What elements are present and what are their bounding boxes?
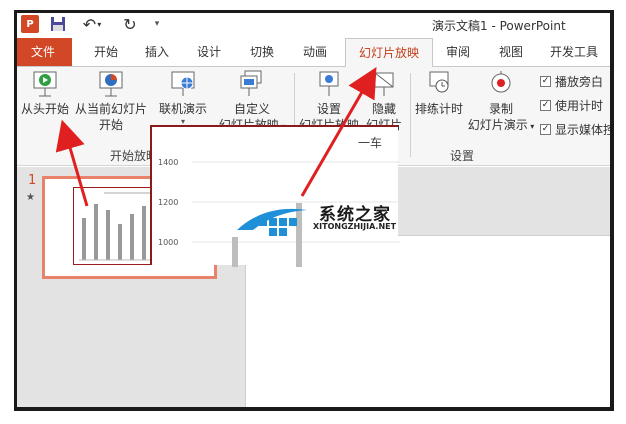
record-icon <box>491 71 511 93</box>
from-current-slide-button[interactable]: 从当前幻灯片 开始 <box>74 69 148 133</box>
play-from-start-icon <box>33 71 57 97</box>
show-media-label: 显示媒体控 <box>555 123 614 137</box>
checkbox-check-icon: ✓ <box>540 124 551 135</box>
from-current-label-2: 开始 <box>98 118 123 132</box>
logo-letter: P <box>26 18 34 30</box>
powerpoint-logo-icon: P <box>21 15 39 33</box>
hide-label-1: 隐藏 <box>371 102 396 116</box>
watermark-logo-icon <box>237 208 307 236</box>
undo-icon[interactable]: ↶ ▾ <box>80 15 104 34</box>
rehearse-timings-button[interactable]: 排练计时 <box>412 69 466 117</box>
slide-number: 1 <box>28 173 37 188</box>
from-current-label-1: 从当前幻灯片 <box>74 102 147 116</box>
title-bar: P ↶ ▾ ↻ ▾ 演示文稿1 - PowerPoint <box>14 10 614 38</box>
rehearse-timings-icon <box>429 71 449 93</box>
rehearse-label: 排练计时 <box>414 102 463 116</box>
setup-slide-show-icon <box>319 71 339 96</box>
use-timings-checkbox[interactable]: ✓ 使用计时 <box>540 97 603 114</box>
record-label-1: 录制 <box>488 102 513 116</box>
present-online-icon <box>171 71 195 96</box>
setup-slide-show-button[interactable]: 设置 幻灯片放映 <box>296 69 362 133</box>
y-tick-label: 1400 <box>158 158 178 167</box>
play-from-current-icon <box>99 71 123 97</box>
group-label-setup: 设置 <box>450 149 475 163</box>
setup-label-1: 设置 <box>316 102 341 116</box>
present-online-button[interactable]: 联机演示 ▾ <box>154 69 212 127</box>
ribbon-separator <box>410 73 411 157</box>
y-tick-label: 1000 <box>158 238 178 247</box>
tab-insert[interactable]: 插入 <box>137 38 177 66</box>
bar-chart: 一车 1400 1200 1000 <box>158 135 400 267</box>
custom-slide-show-icon <box>240 70 262 96</box>
play-narrations-label: 播放旁白 <box>555 75 604 89</box>
show-media-controls-checkbox[interactable]: ✓ 显示媒体控 <box>540 121 614 138</box>
checkbox-check-icon: ✓ <box>540 100 551 111</box>
custom-label-1: 自定义 <box>233 102 270 116</box>
tab-slide-show[interactable]: 幻灯片放映 <box>345 38 433 67</box>
save-icon[interactable] <box>50 15 66 33</box>
window-title: 演示文稿1 - PowerPoint <box>432 19 566 33</box>
tab-review[interactable]: 审阅 <box>438 38 478 66</box>
y-tick-label: 1200 <box>158 198 178 207</box>
present-online-label: 联机演示 <box>158 102 207 116</box>
slide-chart[interactable]: 一车 1400 1200 1000 <box>150 125 400 267</box>
tab-home[interactable]: 开始 <box>86 38 126 66</box>
from-beginning-label: 从头开始 <box>20 102 69 116</box>
record-slide-show-button[interactable]: 录制 幻灯片演示 ▾ <box>466 69 536 135</box>
tab-file[interactable]: 文件 <box>14 38 72 66</box>
from-beginning-button[interactable]: 从头开始 <box>18 69 72 117</box>
watermark-url: XITONGZHIJIA.NET <box>313 222 397 231</box>
tab-transitions[interactable]: 切换 <box>242 38 282 66</box>
use-timings-label: 使用计时 <box>555 99 604 113</box>
record-dropdown-icon[interactable]: ▾ <box>528 122 534 131</box>
checkbox-check-icon: ✓ <box>540 76 551 87</box>
play-narrations-checkbox[interactable]: ✓ 播放旁白 <box>540 73 603 90</box>
tab-animations[interactable]: 动画 <box>294 38 336 66</box>
quick-access-dropdown-icon[interactable]: ▾ <box>152 15 162 33</box>
record-label-2: 幻灯片演示 <box>467 118 528 132</box>
redo-icon[interactable]: ↻ <box>118 15 142 34</box>
slide-animation-star-icon: ★ <box>26 192 35 203</box>
chart-bar <box>232 237 238 267</box>
ribbon-tabs: 文件 开始 插入 设计 切换 动画 幻灯片放映 审阅 视图 开发工具 <box>14 38 614 67</box>
tab-view[interactable]: 视图 <box>491 38 531 66</box>
chart-title: 一车 <box>358 135 382 150</box>
hide-slide-icon <box>374 72 394 96</box>
powerpoint-window: P ↶ ▾ ↻ ▾ 演示文稿1 - PowerPoint 文件 开始 插入 设计 … <box>14 10 614 411</box>
hide-slide-button[interactable]: 隐藏 幻灯片 <box>362 69 406 133</box>
tab-developer[interactable]: 开发工具 <box>542 38 606 66</box>
tab-design[interactable]: 设计 <box>189 38 229 66</box>
